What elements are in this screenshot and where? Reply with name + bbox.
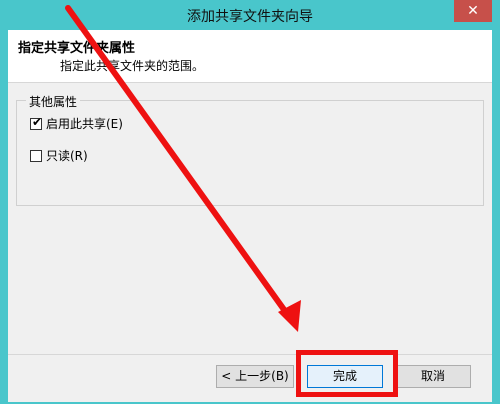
- footer-divider: [8, 354, 492, 355]
- close-button[interactable]: ✕: [454, 0, 492, 22]
- checkmark-icon: ✔: [32, 114, 43, 129]
- enable-sharing-option[interactable]: ✔ 启用此共享(E): [30, 115, 123, 132]
- highlight-box: [296, 350, 398, 397]
- wizard-window: 添加共享文件夹向导 ✕ 指定共享文件夹属性 指定此共享文件夹的范围。 其他属性 …: [0, 0, 500, 404]
- cancel-button[interactable]: 取消: [395, 365, 471, 388]
- title-bar[interactable]: 添加共享文件夹向导 ✕: [0, 0, 500, 30]
- enable-sharing-label: 启用此共享(E): [46, 117, 123, 131]
- wizard-client-area: 指定共享文件夹属性 指定此共享文件夹的范围。 其他属性 ✔ 启用此共享(E) 只…: [8, 30, 492, 402]
- other-properties-group: 其他属性 ✔ 启用此共享(E) 只读(R): [16, 93, 484, 206]
- window-title: 添加共享文件夹向导: [187, 9, 313, 25]
- group-label: 其他属性: [26, 93, 81, 110]
- read-only-option[interactable]: 只读(R): [30, 147, 88, 164]
- header-description: 指定此共享文件夹的范围。: [60, 59, 205, 73]
- read-only-checkbox[interactable]: [30, 149, 42, 162]
- header-title: 指定共享文件夹属性: [18, 41, 136, 56]
- back-button[interactable]: < 上一步(B): [216, 365, 294, 388]
- close-icon: ✕: [467, 3, 479, 19]
- read-only-label: 只读(R): [46, 149, 88, 163]
- wizard-header: 指定共享文件夹属性 指定此共享文件夹的范围。: [8, 30, 492, 83]
- enable-sharing-checkbox[interactable]: ✔: [30, 114, 43, 130]
